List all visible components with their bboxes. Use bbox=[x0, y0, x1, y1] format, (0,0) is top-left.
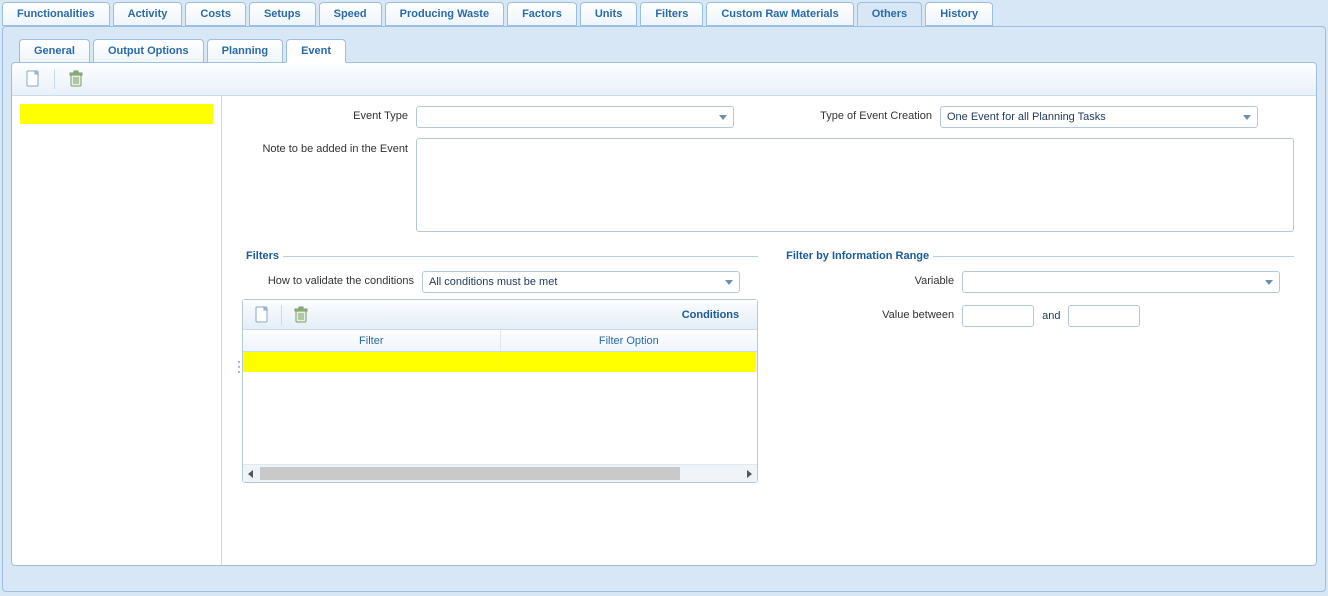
event-list-selected-row[interactable] bbox=[20, 104, 213, 124]
fieldset-row: Filters How to validate the conditions A… bbox=[236, 250, 1294, 483]
value-to-input[interactable] bbox=[1068, 305, 1140, 327]
card-body: Event Type Type of Event Creation One Ev… bbox=[12, 96, 1316, 565]
trash-icon bbox=[67, 70, 85, 88]
chevron-down-icon bbox=[723, 276, 735, 288]
tab-others[interactable]: Others bbox=[857, 2, 922, 26]
sub-tab-bar: General Output Options Planning Event bbox=[19, 39, 1317, 63]
tab-history[interactable]: History bbox=[925, 2, 993, 26]
note-label: Note to be added in the Event bbox=[236, 138, 416, 156]
grid-title: Conditions bbox=[682, 309, 747, 321]
event-type-label: Event Type bbox=[236, 106, 416, 122]
scroll-right-icon[interactable] bbox=[744, 468, 754, 480]
chevron-down-icon bbox=[1263, 276, 1275, 288]
new-item-button[interactable] bbox=[24, 70, 42, 88]
validate-combo[interactable]: All conditions must be met bbox=[422, 271, 740, 293]
tab-producing-waste[interactable]: Producing Waste bbox=[385, 2, 504, 26]
tab-filters[interactable]: Filters bbox=[640, 2, 703, 26]
type-creation-label: Type of Event Creation bbox=[780, 106, 940, 122]
tab-setups[interactable]: Setups bbox=[249, 2, 316, 26]
chevron-down-icon bbox=[1241, 111, 1253, 123]
chevron-down-icon bbox=[717, 111, 729, 123]
grid-new-button[interactable] bbox=[253, 306, 271, 324]
and-label: and bbox=[1042, 310, 1060, 322]
value-from-input[interactable] bbox=[962, 305, 1034, 327]
event-form: Event Type Type of Event Creation One Ev… bbox=[226, 96, 1316, 565]
new-document-icon bbox=[24, 70, 42, 88]
grid-delete-button[interactable] bbox=[292, 306, 310, 324]
value-between-label: Value between bbox=[782, 305, 962, 321]
conditions-grid: Conditions Filter Filter Option bbox=[242, 299, 758, 483]
scroll-left-icon[interactable] bbox=[246, 468, 256, 480]
tab-activity[interactable]: Activity bbox=[113, 2, 183, 26]
toolbar-separator bbox=[54, 69, 55, 89]
event-type-combo[interactable] bbox=[416, 106, 734, 128]
toolbar-separator bbox=[281, 305, 282, 325]
validate-label: How to validate the conditions bbox=[242, 271, 422, 288]
cell-filter-option[interactable] bbox=[500, 352, 757, 372]
subtab-event[interactable]: Event bbox=[286, 39, 346, 63]
subtab-planning[interactable]: Planning bbox=[207, 39, 283, 63]
card-toolbar bbox=[12, 63, 1316, 96]
filters-legend: Filters bbox=[242, 250, 283, 262]
others-panel: General Output Options Planning Event bbox=[2, 26, 1326, 592]
tab-speed[interactable]: Speed bbox=[319, 2, 382, 26]
cell-filter[interactable] bbox=[243, 352, 500, 372]
event-card: Event Type Type of Event Creation One Ev… bbox=[11, 62, 1317, 566]
type-creation-value: One Event for all Planning Tasks bbox=[947, 111, 1106, 123]
tab-custom-raw-materials[interactable]: Custom Raw Materials bbox=[706, 2, 853, 26]
grid-scrollbar[interactable] bbox=[243, 464, 757, 482]
subtab-output-options[interactable]: Output Options bbox=[93, 39, 204, 63]
scroll-thumb[interactable] bbox=[260, 467, 680, 480]
filter-range-legend: Filter by Information Range bbox=[782, 250, 933, 262]
tab-costs[interactable]: Costs bbox=[185, 2, 246, 26]
grid-toolbar: Conditions bbox=[243, 300, 757, 330]
grid-header: Filter Filter Option bbox=[243, 330, 757, 352]
event-list[interactable] bbox=[12, 96, 222, 565]
variable-label: Variable bbox=[782, 271, 962, 287]
col-filter[interactable]: Filter bbox=[243, 330, 501, 351]
note-textarea[interactable] bbox=[416, 138, 1294, 232]
type-creation-combo[interactable]: One Event for all Planning Tasks bbox=[940, 106, 1258, 128]
variable-combo[interactable] bbox=[962, 271, 1280, 293]
delete-item-button[interactable] bbox=[67, 70, 85, 88]
tab-functionalities[interactable]: Functionalities bbox=[2, 2, 110, 26]
table-row[interactable] bbox=[243, 352, 757, 372]
validate-value: All conditions must be met bbox=[429, 276, 557, 288]
new-document-icon bbox=[253, 306, 271, 324]
fieldset-filter-range: Filter by Information Range Variable bbox=[782, 250, 1294, 483]
drag-handle-icon bbox=[237, 360, 241, 374]
subtab-general[interactable]: General bbox=[19, 39, 90, 63]
top-tab-bar: Functionalities Activity Costs Setups Sp… bbox=[0, 0, 1328, 26]
row-note: Note to be added in the Event bbox=[236, 138, 1294, 232]
row-event-type: Event Type Type of Event Creation One Ev… bbox=[236, 106, 1294, 128]
fieldset-filters: Filters How to validate the conditions A… bbox=[236, 250, 758, 483]
col-filter-option[interactable]: Filter Option bbox=[501, 330, 758, 351]
tab-units[interactable]: Units bbox=[580, 2, 638, 26]
tab-factors[interactable]: Factors bbox=[507, 2, 577, 26]
grid-rows bbox=[243, 352, 757, 464]
trash-icon bbox=[292, 306, 310, 324]
